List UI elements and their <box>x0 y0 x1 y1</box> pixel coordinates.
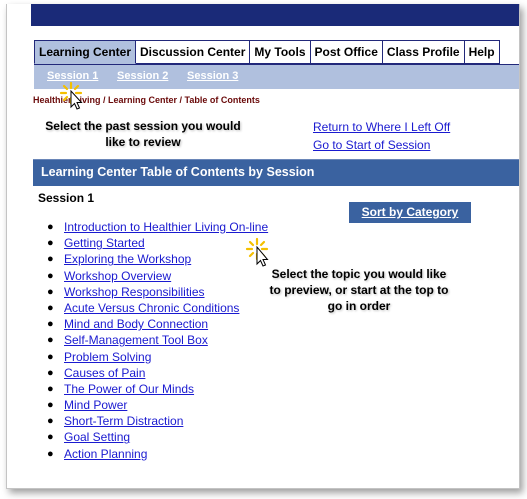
list-item: ● Action Planning <box>47 446 268 462</box>
topic-link[interactable]: Workshop Overview <box>64 269 171 283</box>
session-callout: Select the past session you would like t… <box>45 119 241 149</box>
list-item: ● Mind Power <box>47 397 268 413</box>
topic-callout: Select the topic you would like to previ… <box>269 267 449 313</box>
bullet-icon: ● <box>47 237 54 250</box>
list-item: ● Workshop Overview <box>47 268 268 284</box>
toc-header-bar: Learning Center Table of Contents by Ses… <box>33 159 519 186</box>
topic-link[interactable]: Introduction to Healthier Living On-line <box>64 220 268 234</box>
list-item: ● Workshop Responsibilities <box>47 284 268 300</box>
bullet-icon: ● <box>47 301 54 314</box>
main-tabs: Learning Center Discussion Center My Too… <box>34 40 500 64</box>
session-subnav: Session 1 Session 2 Session 3 <box>34 64 519 89</box>
topic-link[interactable]: Short-Term Distraction <box>64 414 183 428</box>
bullet-icon: ● <box>47 447 54 460</box>
bullet-icon: ● <box>47 431 54 444</box>
bullet-icon: ● <box>47 382 54 395</box>
topic-link[interactable]: Self-Management Tool Box <box>64 333 208 347</box>
quick-links: Return to Where I Left Off Go to Start o… <box>313 118 450 154</box>
topic-link[interactable]: Mind Power <box>64 398 127 412</box>
topic-link[interactable]: Workshop Responsibilities <box>64 285 205 299</box>
return-link[interactable]: Return to Where I Left Off <box>313 118 450 136</box>
list-item: ● Goal Setting <box>47 429 268 445</box>
list-item: ● Problem Solving <box>47 349 268 365</box>
top-banner <box>31 4 519 26</box>
start-of-session-link[interactable]: Go to Start of Session <box>313 136 450 154</box>
bullet-icon: ● <box>47 318 54 331</box>
list-item: ● Introduction to Healthier Living On-lin… <box>47 219 268 235</box>
tab-my-tools[interactable]: My Tools <box>250 40 311 64</box>
topic-link[interactable]: Getting Started <box>64 236 145 250</box>
topic-link[interactable]: Exploring the Workshop <box>64 252 191 266</box>
bullet-icon: ● <box>47 285 54 298</box>
bullet-icon: ● <box>47 334 54 347</box>
list-item: ● Exploring the Workshop <box>47 251 268 267</box>
tab-post-office[interactable]: Post Office <box>310 40 383 64</box>
list-item: ● Getting Started <box>47 235 268 251</box>
bullet-icon: ● <box>47 221 54 233</box>
sort-by-category-button[interactable]: Sort by Category <box>349 202 471 223</box>
list-item: ● Acute Versus Chronic Conditions <box>47 300 268 316</box>
list-item: ● The Power of Our Minds <box>47 381 268 397</box>
bullet-icon: ● <box>47 269 54 282</box>
list-item: ● Self-Management Tool Box <box>47 332 268 348</box>
tab-learning-center[interactable]: Learning Center <box>34 40 137 64</box>
session-heading: Session 1 <box>38 191 95 205</box>
topic-list: ● Introduction to Healthier Living On-lin… <box>47 219 268 462</box>
topic-link[interactable]: Goal Setting <box>64 430 130 444</box>
bullet-icon: ● <box>47 366 54 379</box>
app-window: Learning Center Discussion Center My Too… <box>6 4 520 489</box>
topic-link[interactable]: Causes of Pain <box>64 366 145 380</box>
topic-link[interactable]: The Power of Our Minds <box>64 382 194 396</box>
bullet-icon: ● <box>47 350 54 363</box>
bullet-icon: ● <box>47 415 54 428</box>
toc-title: Learning Center Table of Contents by Ses… <box>41 165 315 179</box>
topic-link[interactable]: Problem Solving <box>64 350 151 364</box>
bullet-icon: ● <box>47 399 54 412</box>
session-2-link[interactable]: Session 2 <box>117 70 168 82</box>
topic-link[interactable]: Action Planning <box>64 447 147 461</box>
list-item: ● Causes of Pain <box>47 365 268 381</box>
session-3-link[interactable]: Session 3 <box>187 70 238 82</box>
list-item: ● Mind and Body Connection <box>47 316 268 332</box>
cursor-click-icon <box>245 237 269 267</box>
tab-help[interactable]: Help <box>464 40 500 64</box>
topic-link[interactable]: Acute Versus Chronic Conditions <box>64 301 239 315</box>
bullet-icon: ● <box>47 253 54 266</box>
cursor-click-icon <box>59 81 83 110</box>
tab-discussion-center[interactable]: Discussion Center <box>136 40 251 64</box>
tab-class-profile[interactable]: Class Profile <box>382 40 465 64</box>
topic-link[interactable]: Mind and Body Connection <box>64 317 208 331</box>
list-item: ● Short-Term Distraction <box>47 413 268 429</box>
